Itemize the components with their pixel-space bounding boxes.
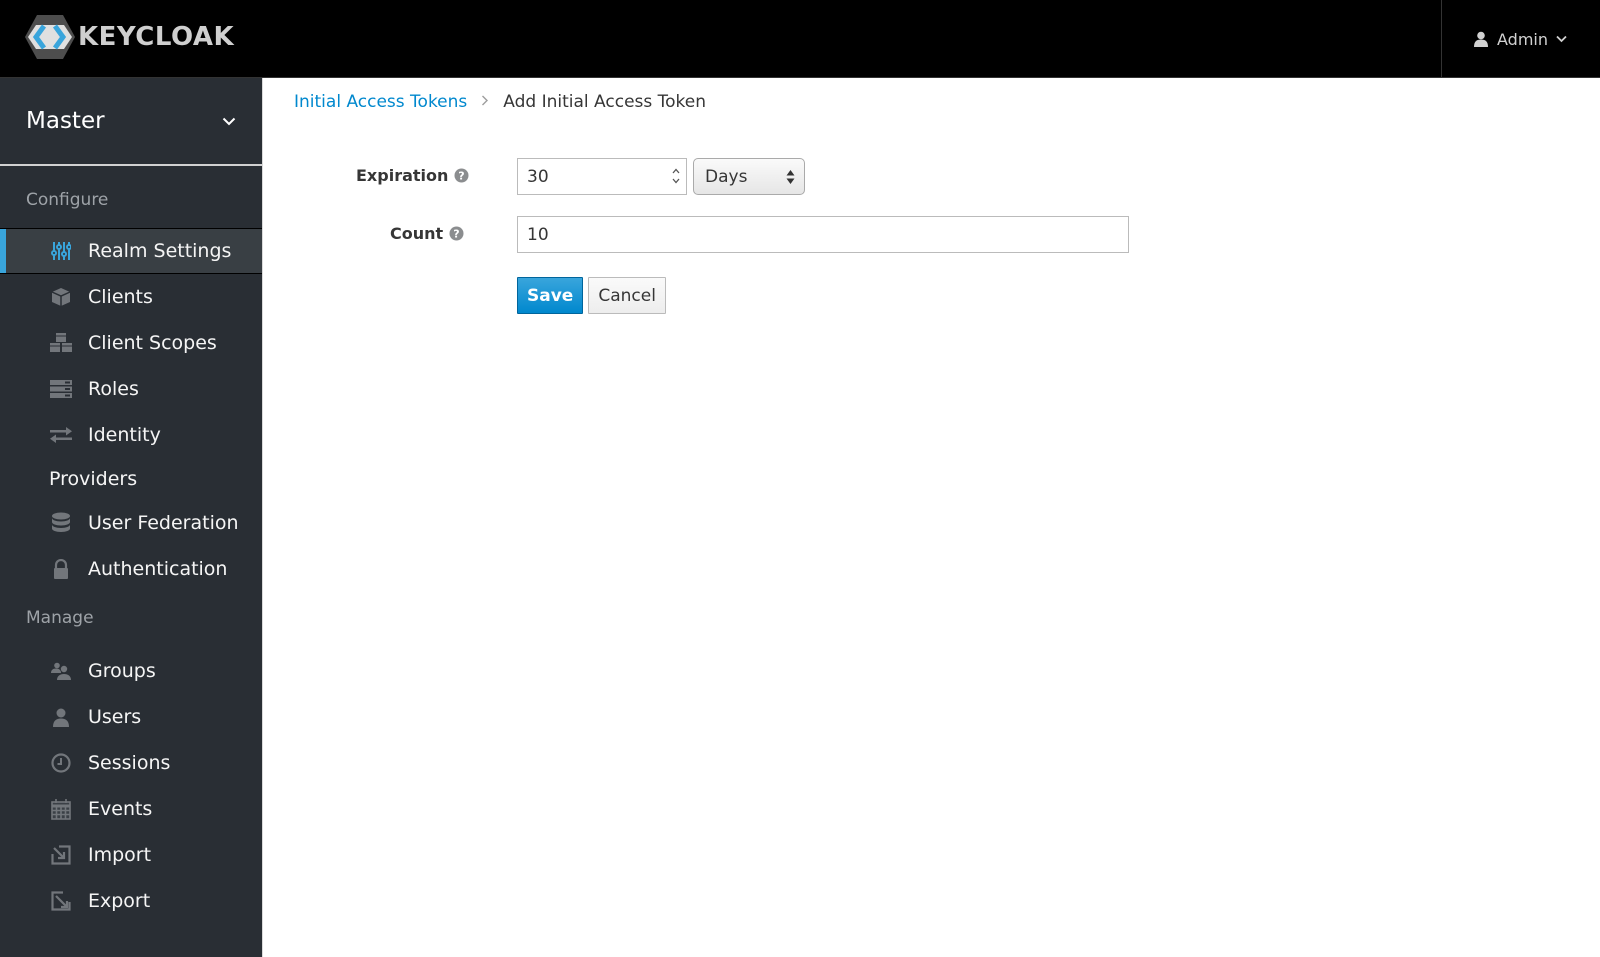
form-actions: Save Cancel — [517, 277, 666, 314]
export-icon — [48, 891, 74, 911]
expiration-unit-value: Days — [705, 166, 748, 187]
chevron-down-icon — [222, 117, 236, 126]
sidebar-item-roles[interactable]: Roles — [0, 366, 262, 412]
expiration-input[interactable]: 30 — [517, 158, 687, 195]
sidebar-item-label: Client Scopes — [88, 332, 217, 354]
user-icon — [48, 708, 74, 727]
number-spinner-icon[interactable] — [670, 165, 682, 187]
clock-icon — [48, 753, 74, 773]
sidebar: Master Configure Realm Settings Clients … — [0, 78, 263, 957]
expiration-label-text: Expiration — [356, 166, 449, 185]
breadcrumb: Initial Access Tokens Add Initial Access… — [294, 92, 706, 112]
cancel-button[interactable]: Cancel — [588, 277, 666, 314]
help-icon[interactable]: ? — [449, 226, 464, 241]
section-configure: Configure — [26, 190, 109, 210]
user-icon — [1474, 31, 1488, 47]
expiration-label: Expiration ? — [356, 166, 469, 185]
sidebar-item-users[interactable]: Users — [0, 694, 262, 740]
sidebar-item-label: Sessions — [88, 752, 171, 774]
sidebar-item-label: User Federation — [88, 512, 239, 534]
keycloak-logo-icon — [25, 15, 75, 59]
logo-text: KEYCLOAK — [78, 22, 235, 52]
sidebar-item-export[interactable]: Export — [0, 878, 262, 924]
lock-icon — [48, 559, 74, 579]
sidebar-item-label: Authentication — [88, 558, 228, 580]
svg-text:?: ? — [459, 170, 465, 183]
expiration-row: Expiration ? 30 Days — [264, 158, 1600, 195]
sidebar-item-label: Clients — [88, 286, 153, 308]
sidebar-item-client-scopes[interactable]: Client Scopes — [0, 320, 262, 366]
sidebar-item-identity-providers-continued[interactable]: Providers — [0, 458, 262, 500]
expiration-unit-select[interactable]: Days — [693, 158, 805, 195]
user-menu[interactable]: Admin — [1441, 0, 1600, 78]
select-arrows-icon — [786, 169, 795, 190]
sidebar-item-sessions[interactable]: Sessions — [0, 740, 262, 786]
chevron-down-icon — [1556, 35, 1567, 43]
sidebar-item-label: Providers — [49, 468, 138, 490]
sidebar-item-label: Realm Settings — [88, 240, 232, 262]
keycloak-logo[interactable]: KEYCLOAK — [24, 14, 234, 60]
exchange-icon — [48, 427, 74, 443]
breadcrumb-initial-access-tokens[interactable]: Initial Access Tokens — [294, 92, 467, 112]
count-row: Count ? 10 — [264, 216, 1600, 253]
cube-icon — [48, 286, 74, 308]
sidebar-item-label: Identity — [88, 424, 161, 446]
count-input[interactable]: 10 — [517, 216, 1129, 253]
user-name: Admin — [1497, 29, 1548, 49]
count-value: 10 — [527, 224, 549, 245]
save-button[interactable]: Save — [517, 277, 584, 314]
help-icon[interactable]: ? — [454, 168, 469, 183]
sidebar-item-authentication[interactable]: Authentication — [0, 546, 262, 592]
sidebar-item-events[interactable]: Events — [0, 786, 262, 832]
sidebar-item-label: Users — [88, 706, 142, 728]
sidebar-item-label: Groups — [88, 660, 156, 682]
sidebar-item-realm-settings[interactable]: Realm Settings — [0, 228, 262, 274]
chevron-right-icon — [481, 94, 489, 110]
sidebar-item-import[interactable]: Import — [0, 832, 262, 878]
breadcrumb-current: Add Initial Access Token — [503, 92, 707, 112]
main-content: Initial Access Tokens Add Initial Access… — [264, 78, 1600, 957]
sidebar-item-label: Import — [88, 844, 152, 866]
sidebar-item-identity-providers[interactable]: Identity — [0, 412, 262, 458]
cubes-icon — [48, 332, 74, 354]
realm-name: Master — [26, 108, 105, 134]
sidebar-item-label: Roles — [88, 378, 139, 400]
sidebar-item-groups[interactable]: Groups — [0, 648, 262, 694]
server-icon — [48, 380, 74, 398]
realm-selector[interactable]: Master — [0, 78, 262, 166]
sidebar-item-user-federation[interactable]: User Federation — [0, 500, 262, 546]
count-label: Count ? — [390, 224, 464, 243]
sidebar-item-clients[interactable]: Clients — [0, 274, 262, 320]
import-icon — [48, 845, 74, 865]
svg-text:?: ? — [453, 228, 459, 241]
expiration-value: 30 — [527, 166, 549, 187]
sidebar-item-label: Export — [88, 890, 151, 912]
count-label-text: Count — [390, 224, 444, 243]
section-manage: Manage — [26, 608, 94, 628]
database-icon — [48, 512, 74, 534]
sidebar-item-label: Events — [88, 798, 153, 820]
top-navbar: KEYCLOAK Admin — [0, 0, 1600, 78]
sliders-icon — [48, 241, 74, 261]
calendar-icon — [48, 798, 74, 820]
users-icon — [48, 662, 74, 680]
